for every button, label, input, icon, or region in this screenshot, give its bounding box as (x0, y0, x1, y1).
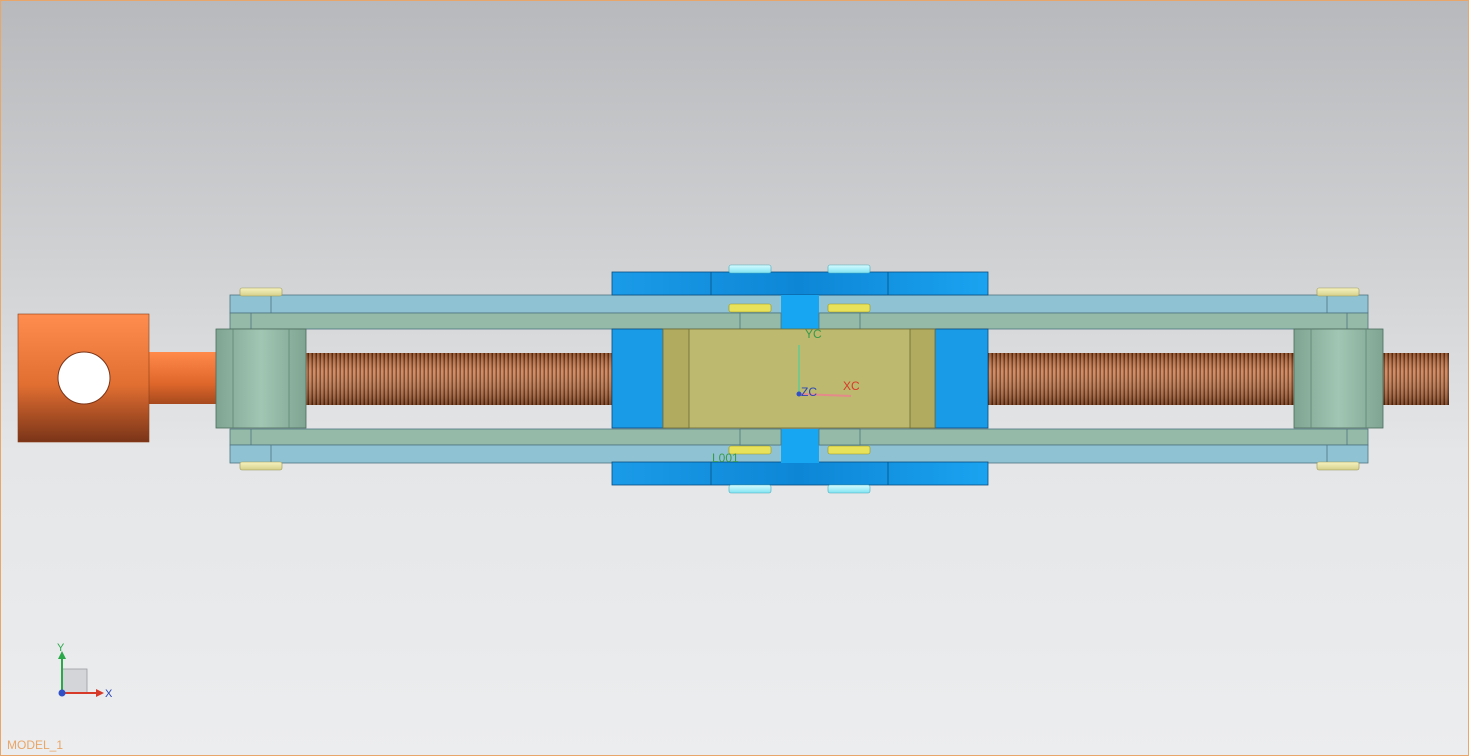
model-name-label: MODEL_1 (7, 738, 64, 752)
eye-hole (57, 351, 111, 405)
right-pivot-block[interactable] (1293, 328, 1384, 429)
model-scene[interactable] (1, 1, 1468, 755)
triad-x-label: X (105, 688, 113, 700)
absolute-triad (58, 651, 104, 697)
wcs-x-label: XC (843, 379, 860, 393)
wcs-z-label: ZC (801, 385, 817, 399)
eye-end-fitting[interactable] (17, 313, 217, 443)
graphics-viewport[interactable]: YC XC ZC L001 Y X MODEL_1 (0, 0, 1469, 756)
left-pivot-block[interactable] (215, 328, 307, 429)
triad-y-label: Y (57, 642, 65, 654)
part-label-l001: L001 (712, 451, 739, 465)
wcs-y-label: YC (805, 327, 822, 341)
